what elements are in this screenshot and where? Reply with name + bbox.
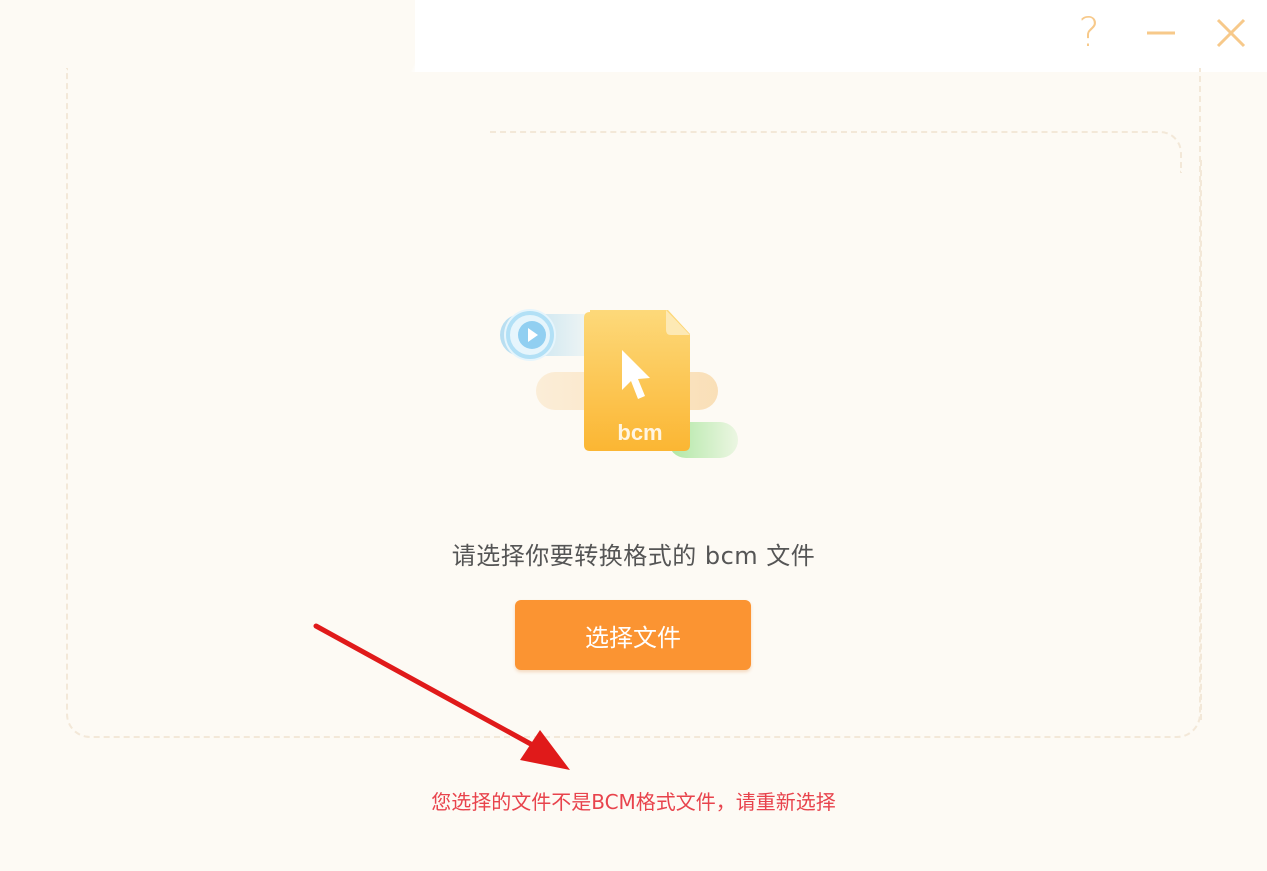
red-annotation-arrow [313,623,570,770]
error-message: 您选择的文件不是BCM格式文件，请重新选择 [431,790,836,814]
file-extension-label: bcm [617,420,662,445]
drop-zone-inner-border [490,131,1182,173]
help-button[interactable]: ? [1066,10,1112,56]
help-icon: ? [1078,10,1100,56]
minimize-icon [1147,31,1175,35]
minimize-button[interactable] [1138,10,1184,56]
select-prompt: 请选择你要转换格式的 bcm 文件 [451,542,816,570]
close-button[interactable] [1208,10,1254,56]
title-bar: ? [0,0,1267,72]
file-drop-area[interactable]: bcm [498,302,748,467]
bcm-file-illustration: bcm [500,309,738,458]
close-icon [1216,18,1246,48]
app-window: ? bcm 请选择你要转换格式的 bcm 文件 选择文件 您选择的文件不是BCM… [0,0,1267,871]
